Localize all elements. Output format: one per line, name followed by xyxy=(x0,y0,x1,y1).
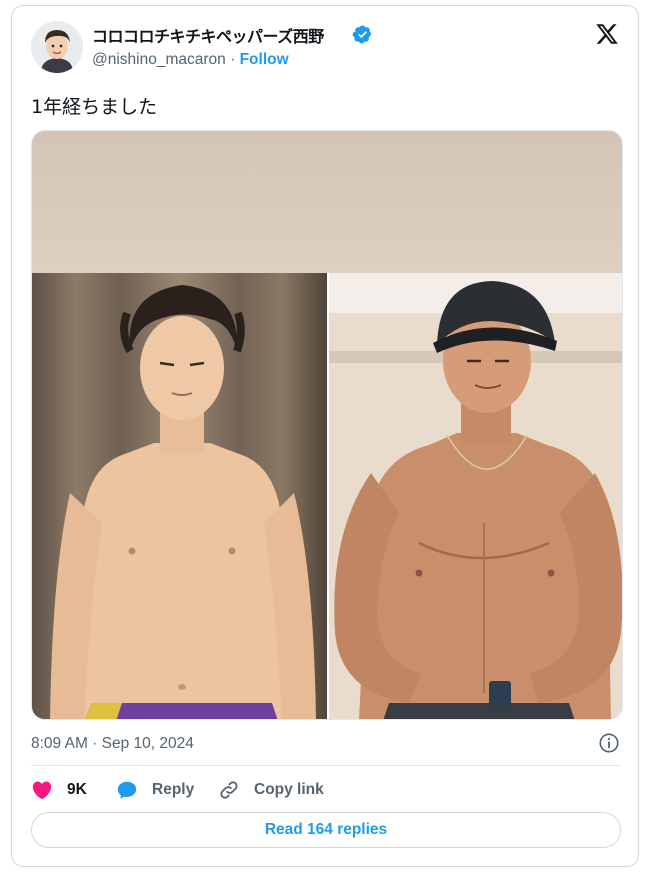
reply-button[interactable]: Reply xyxy=(116,778,194,802)
tweet-media[interactable] xyxy=(31,130,623,720)
timestamp[interactable]: 8:09 AM · Sep 10, 2024 xyxy=(31,735,194,753)
heart-icon xyxy=(32,781,52,799)
verified-badge-icon xyxy=(352,25,372,44)
after-photo-illustration xyxy=(329,273,622,719)
divider xyxy=(31,765,621,766)
handle[interactable]: @nishino_macaron xyxy=(92,51,226,68)
before-photo-illustration xyxy=(32,273,327,719)
separator-dot: · xyxy=(230,51,236,68)
avatar-illustration xyxy=(31,21,83,73)
like-button[interactable]: 9K xyxy=(31,778,87,802)
like-count: 9K xyxy=(67,781,87,798)
info-icon[interactable] xyxy=(598,732,620,754)
copy-link-label: Copy link xyxy=(254,781,324,798)
speech-bubble-icon xyxy=(117,781,137,799)
display-name[interactable]: コロコロチキチキペッパーズ西野 xyxy=(92,23,324,47)
handle-row: @nishino_macaron · Follow xyxy=(92,51,289,69)
read-replies-button[interactable]: Read 164 replies xyxy=(31,812,621,848)
media-top-blank-area xyxy=(32,131,622,273)
x-logo-icon[interactable] xyxy=(595,22,619,46)
follow-link[interactable]: Follow xyxy=(240,51,289,68)
copy-link-button[interactable]: Copy link xyxy=(218,778,324,802)
link-icon xyxy=(220,781,238,799)
avatar[interactable] xyxy=(31,21,83,73)
before-photo[interactable] xyxy=(32,273,327,719)
tweet-card: コロコロチキチキペッパーズ西野 @nishino_macaron · Follo… xyxy=(11,5,639,867)
tweet-text: 1年経ちました xyxy=(31,96,158,118)
after-photo[interactable] xyxy=(329,273,622,719)
reply-label: Reply xyxy=(152,781,195,798)
